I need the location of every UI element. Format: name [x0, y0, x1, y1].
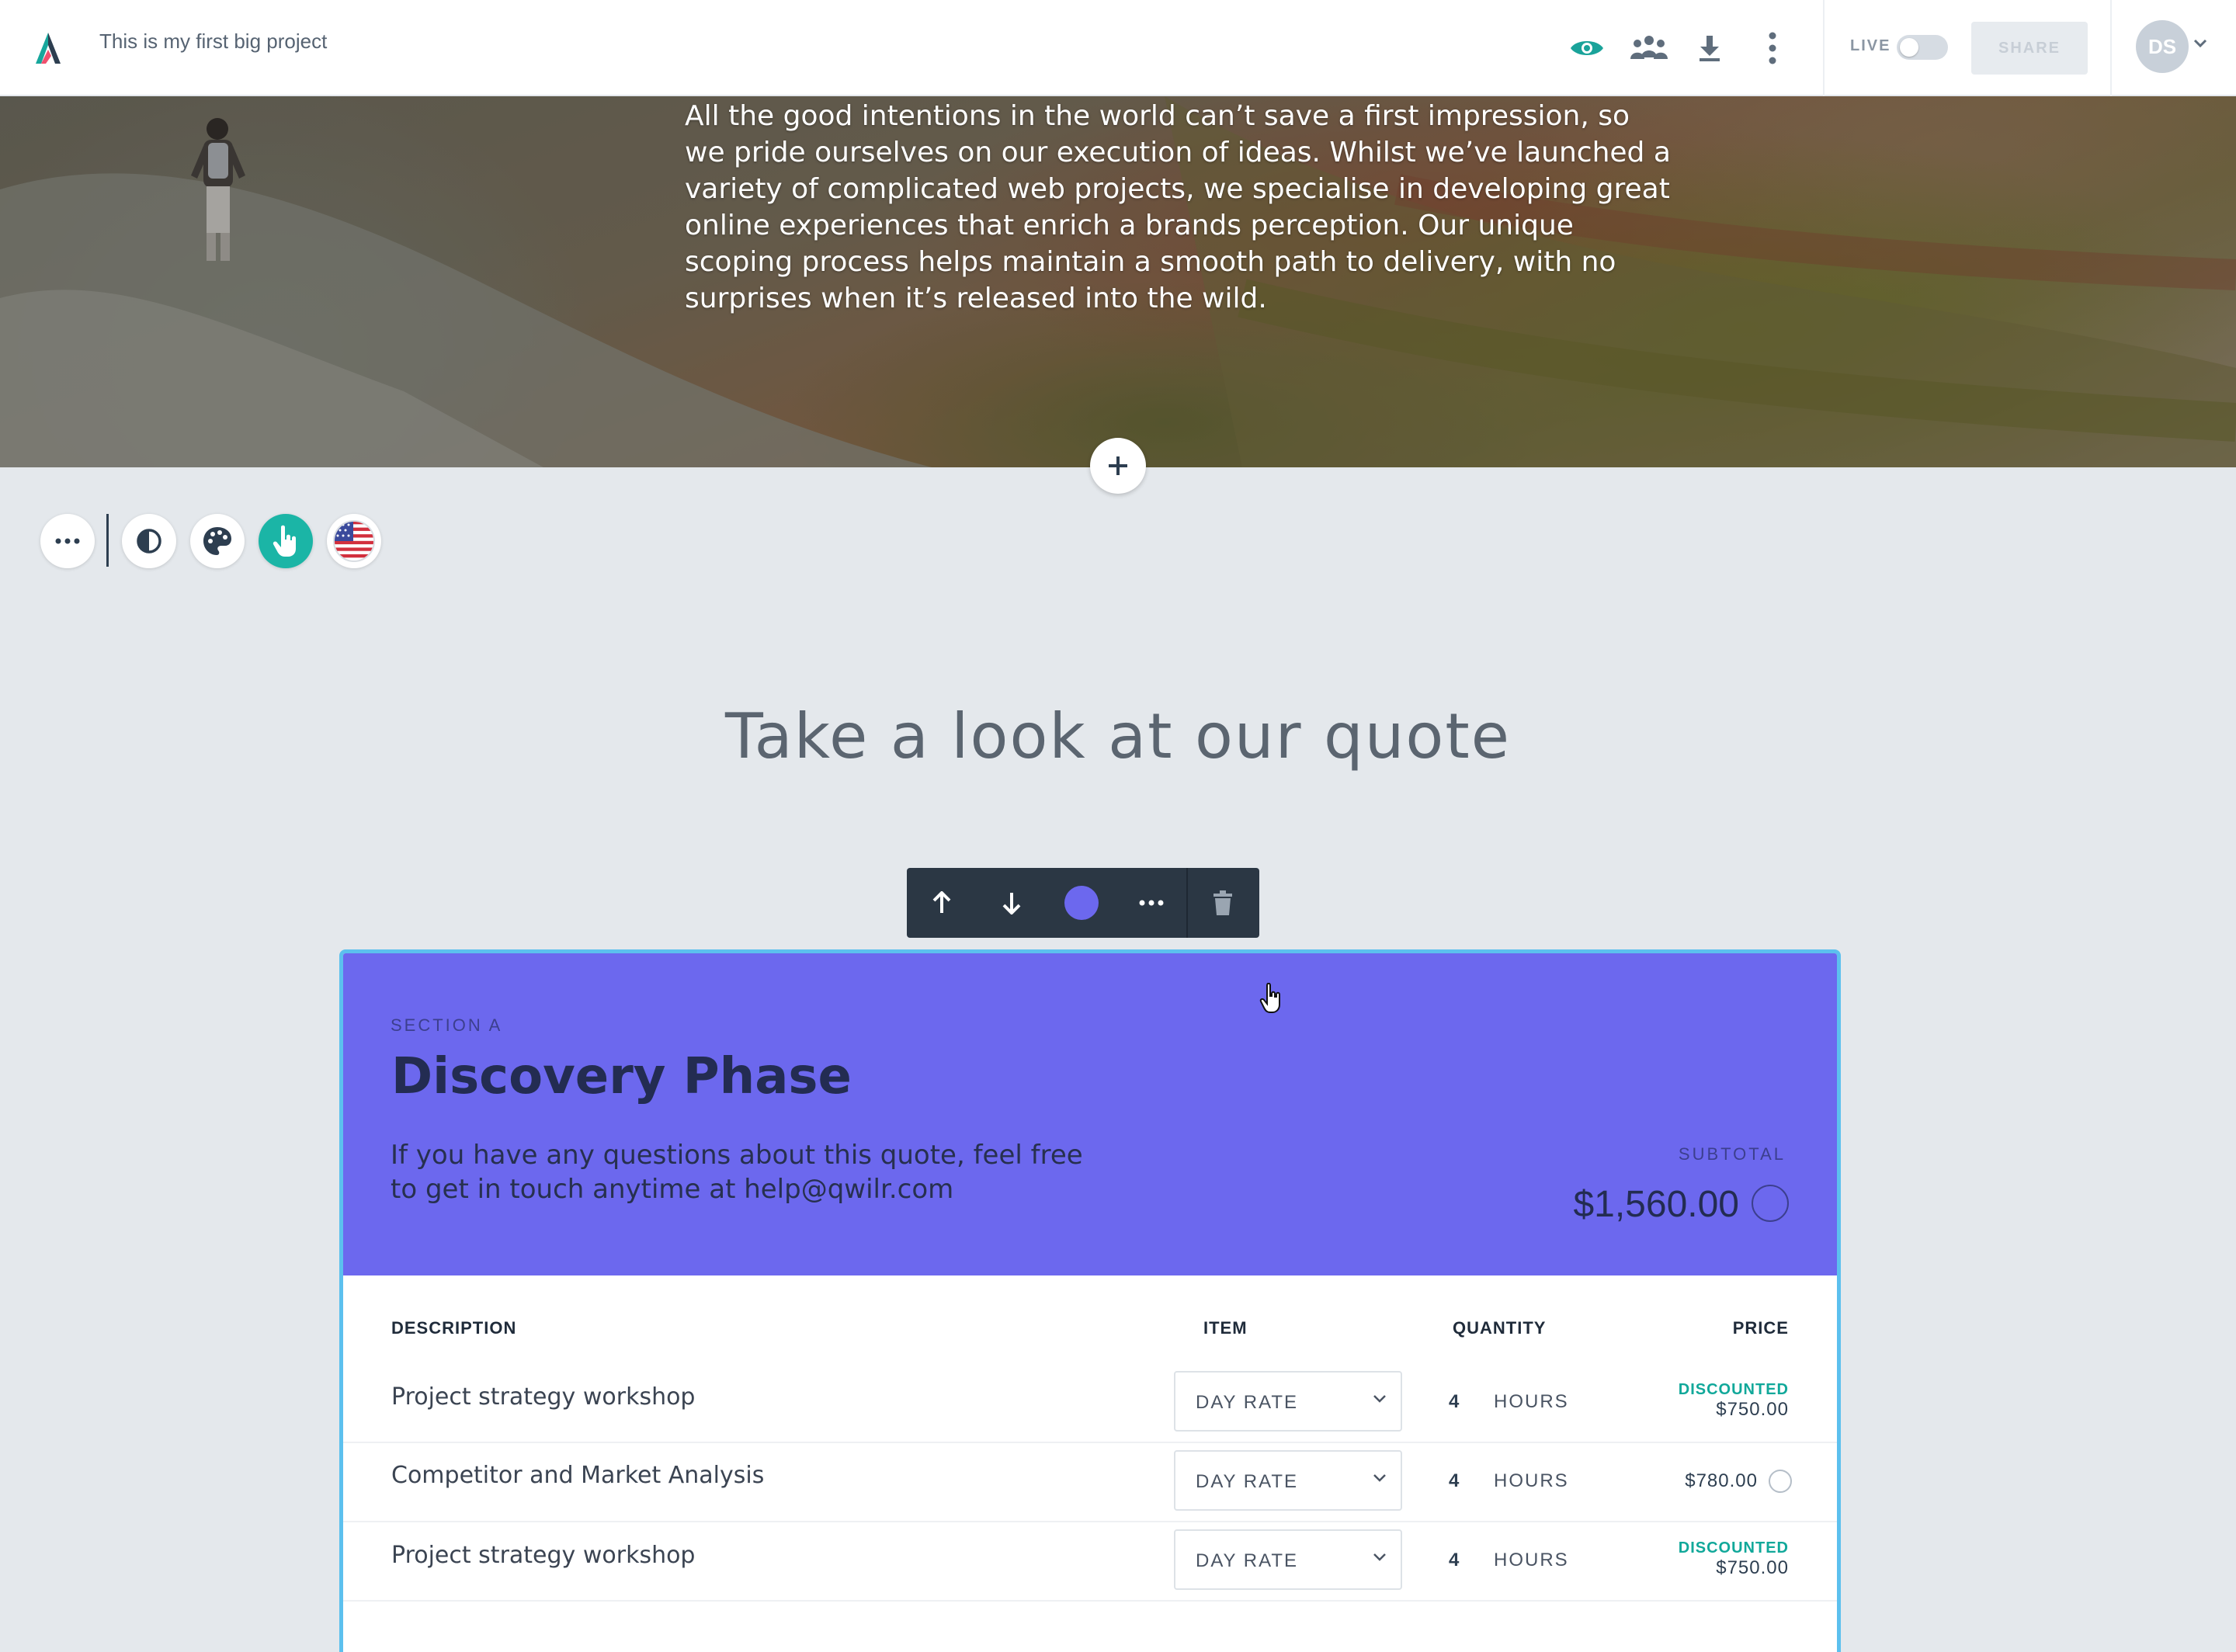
contrast-button[interactable] — [122, 514, 176, 568]
quantity-unit: HOURS — [1494, 1391, 1569, 1412]
optional-item-toggle[interactable] — [1769, 1470, 1792, 1493]
palette-icon — [203, 527, 231, 555]
section-label: SECTION A — [391, 1015, 503, 1035]
column-header-description: DESCRIPTION — [391, 1318, 517, 1338]
chevron-down-icon[interactable] — [2193, 39, 2207, 48]
quantity-value[interactable]: 4 — [1449, 1391, 1459, 1413]
hand-cursor-icon — [1259, 983, 1280, 1013]
plus-icon — [1109, 456, 1127, 475]
more-options-button[interactable] — [40, 514, 95, 568]
avatar[interactable]: DS — [2136, 20, 2189, 73]
toolbar-divider — [1823, 0, 1825, 96]
line-item-row[interactable]: Competitor and Market Analysis DAY RATE … — [343, 1442, 1837, 1522]
move-up-button[interactable] — [907, 868, 977, 938]
dropdown-value: DAY RATE — [1196, 1550, 1299, 1571]
more-vertical-icon[interactable] — [1751, 26, 1794, 70]
dropdown-value: DAY RATE — [1196, 1471, 1299, 1492]
line-item-row[interactable]: Project strategy workshop DAY RATE 4 HOU… — [343, 1362, 1837, 1443]
section-description[interactable]: If you have any questions about this quo… — [391, 1138, 1089, 1206]
add-section-button[interactable] — [1090, 438, 1146, 494]
price-cell: DISCOUNTED $750.00 — [1679, 1539, 1789, 1579]
top-bar: This is my first big project LIVE SHARE … — [0, 0, 2236, 96]
hero-paragraph: All the good intentions in the world can… — [685, 100, 1671, 314]
share-button[interactable]: SHARE — [1971, 22, 2088, 75]
contrast-icon — [137, 529, 161, 554]
eye-icon[interactable] — [1565, 26, 1609, 70]
discount-badge: DISCOUNTED — [1678, 1539, 1789, 1557]
line-item-price: $780.00 — [1685, 1470, 1758, 1491]
item-rate-dropdown[interactable]: DAY RATE — [1174, 1529, 1402, 1590]
hero-image-section: All the good intentions in the world can… — [0, 96, 2236, 467]
quantity-value[interactable]: 4 — [1449, 1470, 1459, 1492]
team-icon[interactable] — [1627, 26, 1671, 70]
line-item-price: $750.00 — [1716, 1399, 1789, 1420]
color-picker-button[interactable] — [1047, 868, 1116, 938]
quote-heading[interactable]: Take a look at our quote — [0, 700, 2236, 772]
line-item-description[interactable]: Project strategy workshop — [391, 1383, 695, 1411]
block-more-button[interactable] — [1116, 868, 1186, 938]
quote-section[interactable]: SECTION A Discovery Phase If you have an… — [339, 949, 1841, 1652]
live-label: LIVE — [1850, 37, 1891, 54]
quantity-unit: HOURS — [1494, 1470, 1569, 1491]
quantity-value[interactable]: 4 — [1449, 1550, 1459, 1571]
hiker-figure — [191, 118, 245, 261]
quantity-unit: HOURS — [1494, 1550, 1569, 1570]
interactive-pointer-button[interactable] — [259, 514, 313, 568]
language-button[interactable] — [327, 514, 381, 568]
arrow-down-icon — [1002, 893, 1021, 914]
price-cell: $780.00 — [1685, 1470, 1758, 1492]
block-toolbar — [907, 868, 1259, 938]
palette-button[interactable] — [190, 514, 245, 568]
project-title[interactable]: This is my first big project — [99, 30, 327, 54]
tools-divider — [106, 514, 109, 567]
chevron-down-icon — [1373, 1474, 1386, 1482]
chevron-down-icon — [1373, 1395, 1386, 1403]
item-rate-dropdown[interactable]: DAY RATE — [1174, 1450, 1402, 1511]
subtotal-value: $1,560.00 — [1573, 1184, 1739, 1225]
line-item-description[interactable]: Competitor and Market Analysis — [391, 1462, 764, 1489]
arrow-up-icon — [932, 891, 951, 913]
toolbar-divider — [2110, 0, 2112, 96]
column-header-item: ITEM — [1203, 1318, 1248, 1338]
more-icon — [55, 538, 80, 544]
pointer-icon — [273, 525, 296, 557]
line-item-row[interactable]: Project strategy workshop DAY RATE 4 HOU… — [343, 1521, 1837, 1602]
column-header-quantity: QUANTITY — [1453, 1318, 1547, 1338]
delete-block-button[interactable] — [1188, 868, 1258, 938]
us-flag-icon — [333, 520, 375, 562]
trash-icon — [1213, 890, 1232, 915]
subtotal-label: SUBTOTAL — [1678, 1144, 1786, 1164]
column-header-price: PRICE — [1732, 1318, 1789, 1338]
dropdown-value: DAY RATE — [1196, 1392, 1299, 1413]
discount-badge: DISCOUNTED — [1678, 1381, 1789, 1398]
quote-section-header: SECTION A Discovery Phase If you have an… — [343, 953, 1837, 1275]
qwilr-logo[interactable] — [31, 30, 65, 67]
move-down-button[interactable] — [977, 868, 1047, 938]
line-item-price: $750.00 — [1716, 1557, 1789, 1578]
live-toggle[interactable] — [1897, 35, 1948, 60]
section-title[interactable]: Discovery Phase — [391, 1048, 852, 1105]
subtotal-optional-toggle[interactable] — [1752, 1185, 1789, 1222]
line-item-description[interactable]: Project strategy workshop — [391, 1542, 695, 1569]
more-icon — [1139, 900, 1164, 906]
chevron-down-icon — [1373, 1553, 1386, 1561]
item-rate-dropdown[interactable]: DAY RATE — [1174, 1371, 1402, 1432]
price-cell: DISCOUNTED $750.00 — [1679, 1381, 1789, 1421]
toggle-knob — [1900, 38, 1918, 57]
download-icon[interactable] — [1688, 26, 1731, 70]
color-dot-icon — [1064, 886, 1099, 920]
